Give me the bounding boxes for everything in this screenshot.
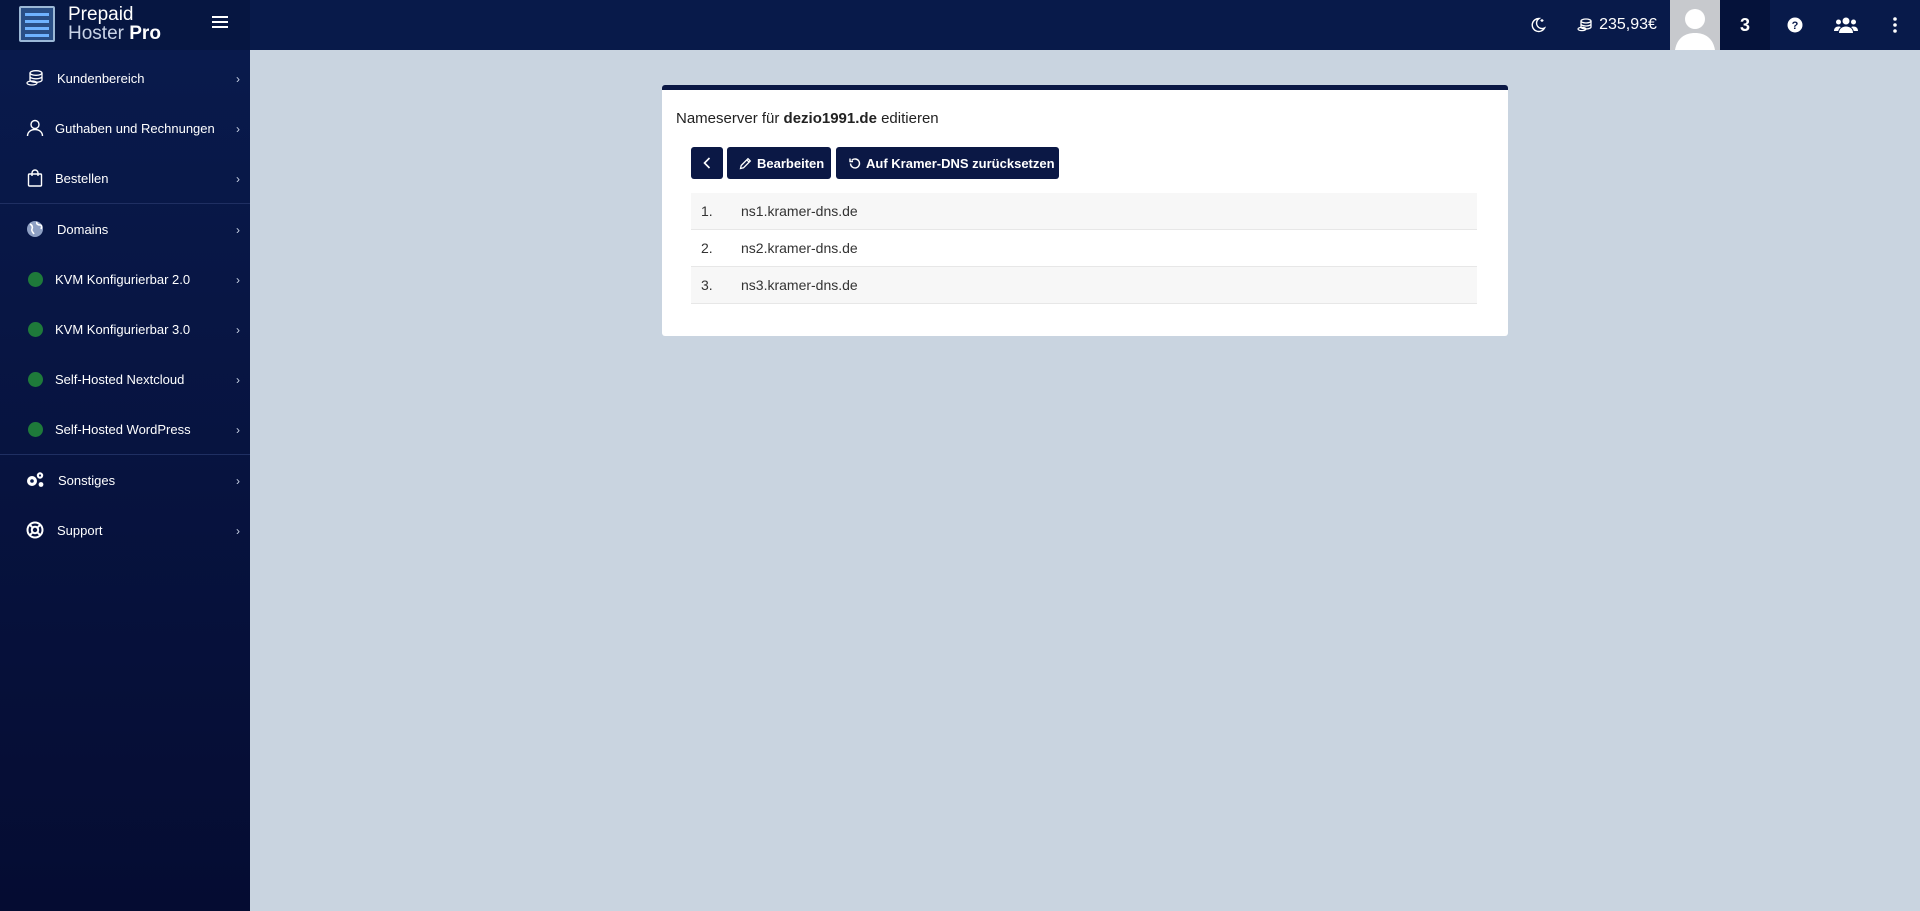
nameserver-value: ns1.kramer-dns.de xyxy=(741,203,858,219)
sidebar-item-kvm-2[interactable]: KVM Konfigurierbar 2.0 › xyxy=(0,254,250,304)
status-dot xyxy=(25,319,45,339)
sidebar-item-sonstiges[interactable]: Sonstiges › xyxy=(0,455,250,505)
back-button[interactable] xyxy=(691,147,723,179)
brand-line2b: Pro xyxy=(129,23,161,44)
brand-name: Prepaid Hoster Pro xyxy=(68,5,161,43)
chevron-right-icon: › xyxy=(236,423,240,437)
list-number: 3. xyxy=(701,277,713,293)
list-item: 1. ns1.kramer-dns.de xyxy=(691,193,1477,230)
status-dot xyxy=(25,369,45,389)
status-dot xyxy=(25,269,45,289)
sidebar-item-bestellen[interactable]: Bestellen › xyxy=(0,153,250,203)
svg-text:?: ? xyxy=(1792,20,1799,32)
nameserver-value: ns2.kramer-dns.de xyxy=(741,240,858,256)
list-number: 2. xyxy=(701,240,713,256)
lifebuoy-icon xyxy=(25,520,45,540)
reset-button-label: Auf Kramer-DNS zurücksetzen xyxy=(866,155,1055,171)
sidebar-item-guthaben[interactable]: Guthaben und Rechnungen › xyxy=(0,103,250,153)
user-icon xyxy=(25,118,45,138)
pencil-icon xyxy=(739,157,752,169)
chevron-right-icon: › xyxy=(236,373,240,387)
nameserver-card: Nameserver für dezio1991.de editieren Be… xyxy=(662,85,1508,336)
chevron-right-icon: › xyxy=(236,524,240,538)
sidebar-item-label: Sonstiges xyxy=(58,472,116,488)
chevron-right-icon: › xyxy=(236,223,240,237)
chevron-right-icon: › xyxy=(236,273,240,287)
brand-line1: Prepaid xyxy=(68,4,134,25)
chevron-right-icon: › xyxy=(236,122,240,136)
sidebar-item-label: Self-Hosted Nextcloud xyxy=(55,371,185,387)
page-title: Nameserver für dezio1991.de editieren xyxy=(676,110,939,127)
help-icon[interactable]: ? xyxy=(1775,0,1815,50)
credit-balance[interactable]: 235,93€ xyxy=(1572,0,1662,50)
more-options-icon[interactable] xyxy=(1880,0,1910,50)
title-suffix: editieren xyxy=(881,110,939,127)
sidebar-item-nextcloud[interactable]: Self-Hosted Nextcloud › xyxy=(0,354,250,404)
nameserver-list: 1. ns1.kramer-dns.de 2. ns2.kramer-dns.d… xyxy=(691,193,1477,304)
chevron-right-icon: › xyxy=(236,474,240,488)
chevron-right-icon: › xyxy=(236,172,240,186)
dark-mode-toggle-icon[interactable] xyxy=(1520,0,1556,50)
sidebar-item-label: Bestellen xyxy=(55,170,109,186)
status-dot xyxy=(25,419,45,439)
sidebar: Kundenbereich › Guthaben und Rechnungen … xyxy=(0,50,250,911)
sidebar-item-label: Support xyxy=(57,522,103,538)
chevron-left-icon xyxy=(703,157,711,169)
globe-icon xyxy=(25,219,45,239)
sidebar-item-kvm-3[interactable]: KVM Konfigurierbar 3.0 › xyxy=(0,304,250,354)
brand-line2a: Hoster xyxy=(68,23,124,44)
coins-icon xyxy=(25,68,45,88)
list-number: 1. xyxy=(701,203,713,219)
undo-icon xyxy=(849,157,861,169)
reset-dns-button[interactable]: Auf Kramer-DNS zurücksetzen xyxy=(836,147,1059,179)
sidebar-item-support[interactable]: Support › xyxy=(0,505,250,555)
edit-button-label: Bearbeiten xyxy=(757,155,825,171)
sidebar-item-label: Domains xyxy=(57,221,109,237)
sidebar-item-kundenbereich[interactable]: Kundenbereich › xyxy=(0,53,250,103)
brand[interactable]: Prepaid Hoster Pro xyxy=(0,0,250,50)
credit-amount: 235,93€ xyxy=(1599,16,1657,33)
list-item: 2. ns2.kramer-dns.de xyxy=(691,230,1477,267)
edit-button[interactable]: Bearbeiten xyxy=(727,147,831,179)
shopping-bag-icon xyxy=(25,168,45,188)
top-bar: Prepaid Hoster Pro 235,93€ 3 ? xyxy=(0,0,1920,50)
list-item: 3. ns3.kramer-dns.de xyxy=(691,267,1477,304)
sidebar-item-label: Self-Hosted WordPress xyxy=(55,421,191,437)
menu-toggle-icon[interactable] xyxy=(212,16,228,30)
sidebar-item-domains[interactable]: Domains › xyxy=(0,204,250,254)
users-icon[interactable] xyxy=(1825,0,1867,50)
gears-icon xyxy=(25,470,45,490)
title-prefix: Nameserver für xyxy=(676,110,780,127)
sidebar-item-label: KVM Konfigurierbar 3.0 xyxy=(55,321,191,337)
chevron-right-icon: › xyxy=(236,323,240,337)
sidebar-item-wordpress[interactable]: Self-Hosted WordPress › xyxy=(0,404,250,454)
coins-icon xyxy=(1577,18,1592,32)
sidebar-item-label: KVM Konfigurierbar 2.0 xyxy=(55,271,191,287)
sidebar-item-label: Kundenbereich xyxy=(57,70,145,86)
chevron-right-icon: › xyxy=(236,72,240,86)
nameserver-value: ns3.kramer-dns.de xyxy=(741,277,858,293)
domain-name: dezio1991.de xyxy=(783,110,877,127)
avatar[interactable] xyxy=(1670,0,1720,50)
notification-count[interactable]: 3 xyxy=(1720,0,1770,50)
sidebar-item-label: Guthaben und Rechnungen xyxy=(55,120,215,136)
server-logo-icon xyxy=(19,6,55,42)
